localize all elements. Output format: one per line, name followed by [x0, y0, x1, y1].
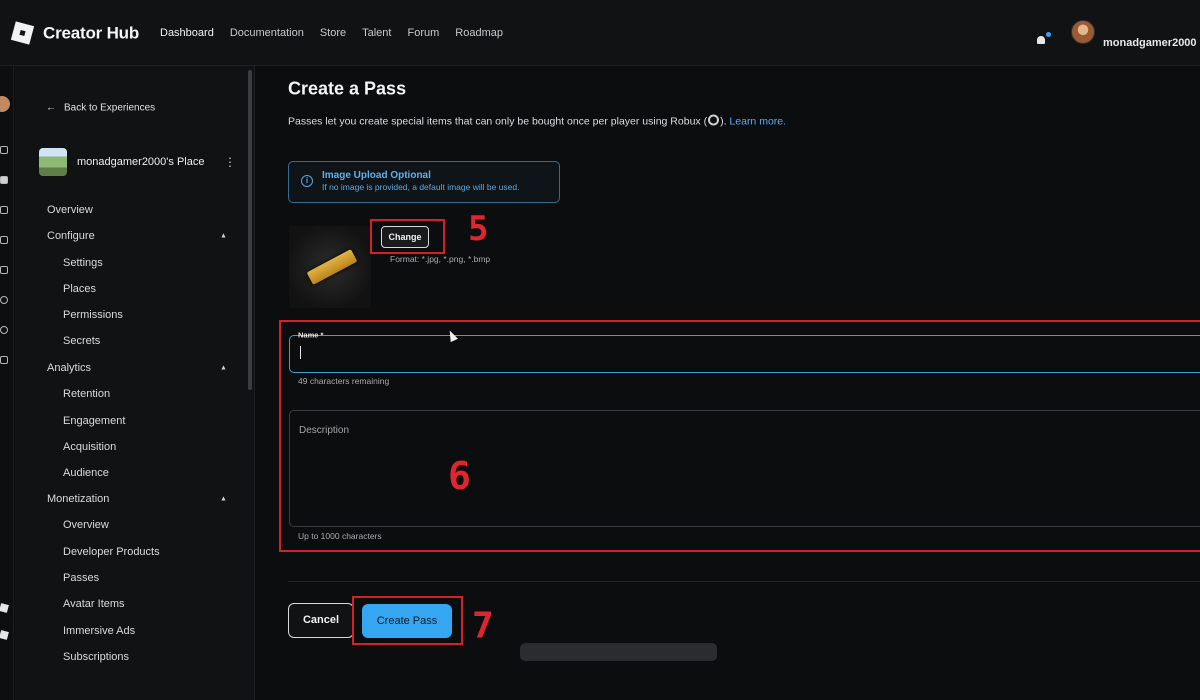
- intro-before: Passes let you create special items that…: [288, 115, 708, 128]
- page-title: Create a Pass: [288, 78, 407, 99]
- sidebar-item-monetization[interactable]: Monetization: [47, 493, 109, 505]
- nav-store[interactable]: Store: [320, 27, 346, 39]
- pass-image-preview: [289, 226, 371, 308]
- info-text: If no image is provided, a default image…: [322, 182, 520, 192]
- top-bar: Creator Hub Dashboard Documentation Stor…: [0, 0, 1200, 66]
- arrow-left-icon: ←: [46, 102, 56, 114]
- community-icon[interactable]: [0, 296, 8, 304]
- highlight-name-description: [279, 320, 1200, 552]
- notification-bell-icon[interactable]: [1036, 32, 1051, 46]
- sidebar-item-avatar-items[interactable]: Avatar Items: [63, 598, 125, 610]
- sidebar-item-overview[interactable]: Overview: [47, 204, 93, 216]
- roblox-logo-icon: [10, 21, 35, 45]
- learn-more-link[interactable]: Learn more.: [729, 116, 786, 128]
- nav-roadmap[interactable]: Roadmap: [455, 27, 503, 39]
- sidebar-item-retention[interactable]: Retention: [63, 388, 110, 400]
- back-to-experiences-link[interactable]: ← Back to Experiences: [46, 103, 155, 114]
- username[interactable]: monadgamer2000: [1103, 37, 1197, 49]
- info-icon: i: [301, 175, 313, 187]
- nav-forum[interactable]: Forum: [407, 27, 439, 39]
- step-6-label: 6: [448, 454, 471, 498]
- sidebar-item-developer-products[interactable]: Developer Products: [63, 546, 160, 558]
- robux-icon: [708, 114, 720, 126]
- talent-icon[interactable]: [0, 266, 8, 274]
- nav-documentation[interactable]: Documentation: [230, 27, 304, 39]
- home-icon[interactable]: [0, 146, 8, 154]
- sidebar-item-places[interactable]: Places: [63, 283, 96, 295]
- step-7-label: 7: [472, 605, 494, 647]
- caret-up-icon[interactable]: ▲: [220, 496, 227, 503]
- top-nav: Dashboard Documentation Store Talent For…: [160, 27, 503, 39]
- more-options-icon[interactable]: ⋮: [224, 156, 236, 168]
- step-5-label: 5: [468, 209, 489, 249]
- icon-rail: [0, 66, 14, 700]
- nav-talent[interactable]: Talent: [362, 27, 391, 39]
- image-upload-info-alert: i Image Upload Optional If no image is p…: [288, 161, 560, 203]
- sidebar-item-analytics[interactable]: Analytics: [47, 362, 91, 374]
- sidebar-item-passes[interactable]: Passes: [63, 572, 99, 584]
- sidebar-item-configure[interactable]: Configure: [47, 230, 95, 242]
- sidebar-item-settings[interactable]: Settings: [63, 257, 103, 269]
- intro-text: Passes let you create special items that…: [288, 114, 786, 128]
- sidebar-item-subscriptions[interactable]: Subscriptions: [63, 651, 129, 663]
- settings-icon[interactable]: [0, 326, 8, 334]
- sidebar-item-audience[interactable]: Audience: [63, 467, 109, 479]
- place-name: monadgamer2000's Place: [77, 156, 205, 168]
- back-label: Back to Experiences: [64, 102, 156, 114]
- creator-hub-logo[interactable]: Creator Hub: [10, 21, 140, 45]
- highlight-change: [370, 219, 445, 254]
- analytics-icon[interactable]: [0, 206, 8, 214]
- sidebar-item-secrets[interactable]: Secrets: [63, 335, 100, 347]
- nav-dashboard[interactable]: Dashboard: [160, 27, 214, 39]
- cancel-button[interactable]: Cancel: [288, 603, 354, 638]
- caret-up-icon[interactable]: ▲: [220, 365, 227, 372]
- rail-avatar-icon[interactable]: [0, 96, 10, 112]
- cloud-icon[interactable]: [0, 356, 8, 364]
- sidebar-item-acquisition[interactable]: Acquisition: [63, 441, 116, 453]
- marketplace-icon[interactable]: [0, 236, 8, 244]
- creations-icon[interactable]: [0, 176, 8, 184]
- sidebar-item-engagement[interactable]: Engagement: [63, 415, 125, 427]
- sidebar-item-monetization-overview[interactable]: Overview: [63, 519, 109, 531]
- roblox-app-icon[interactable]: [0, 603, 9, 613]
- sidebar-item-immersive-ads[interactable]: Immersive Ads: [63, 625, 135, 637]
- caret-up-icon[interactable]: ▲: [220, 233, 227, 240]
- sidebar-scrollbar[interactable]: [248, 70, 252, 390]
- bottom-toast-bar: [520, 643, 717, 661]
- place-thumbnail: [39, 148, 67, 176]
- roblox-studio-icon[interactable]: [0, 630, 9, 640]
- ticket-image: [306, 249, 358, 285]
- sidebar-item-permissions[interactable]: Permissions: [63, 309, 123, 321]
- info-title: Image Upload Optional: [322, 170, 431, 181]
- brand-name: Creator Hub: [43, 23, 140, 42]
- notification-dot: [1046, 32, 1051, 37]
- highlight-create-pass: [352, 596, 463, 645]
- format-hint: Format: *.jpg, *.png, *.bmp: [390, 254, 491, 264]
- form-divider: [288, 581, 1200, 582]
- user-avatar[interactable]: [1071, 20, 1095, 44]
- intro-after: ).: [720, 115, 727, 128]
